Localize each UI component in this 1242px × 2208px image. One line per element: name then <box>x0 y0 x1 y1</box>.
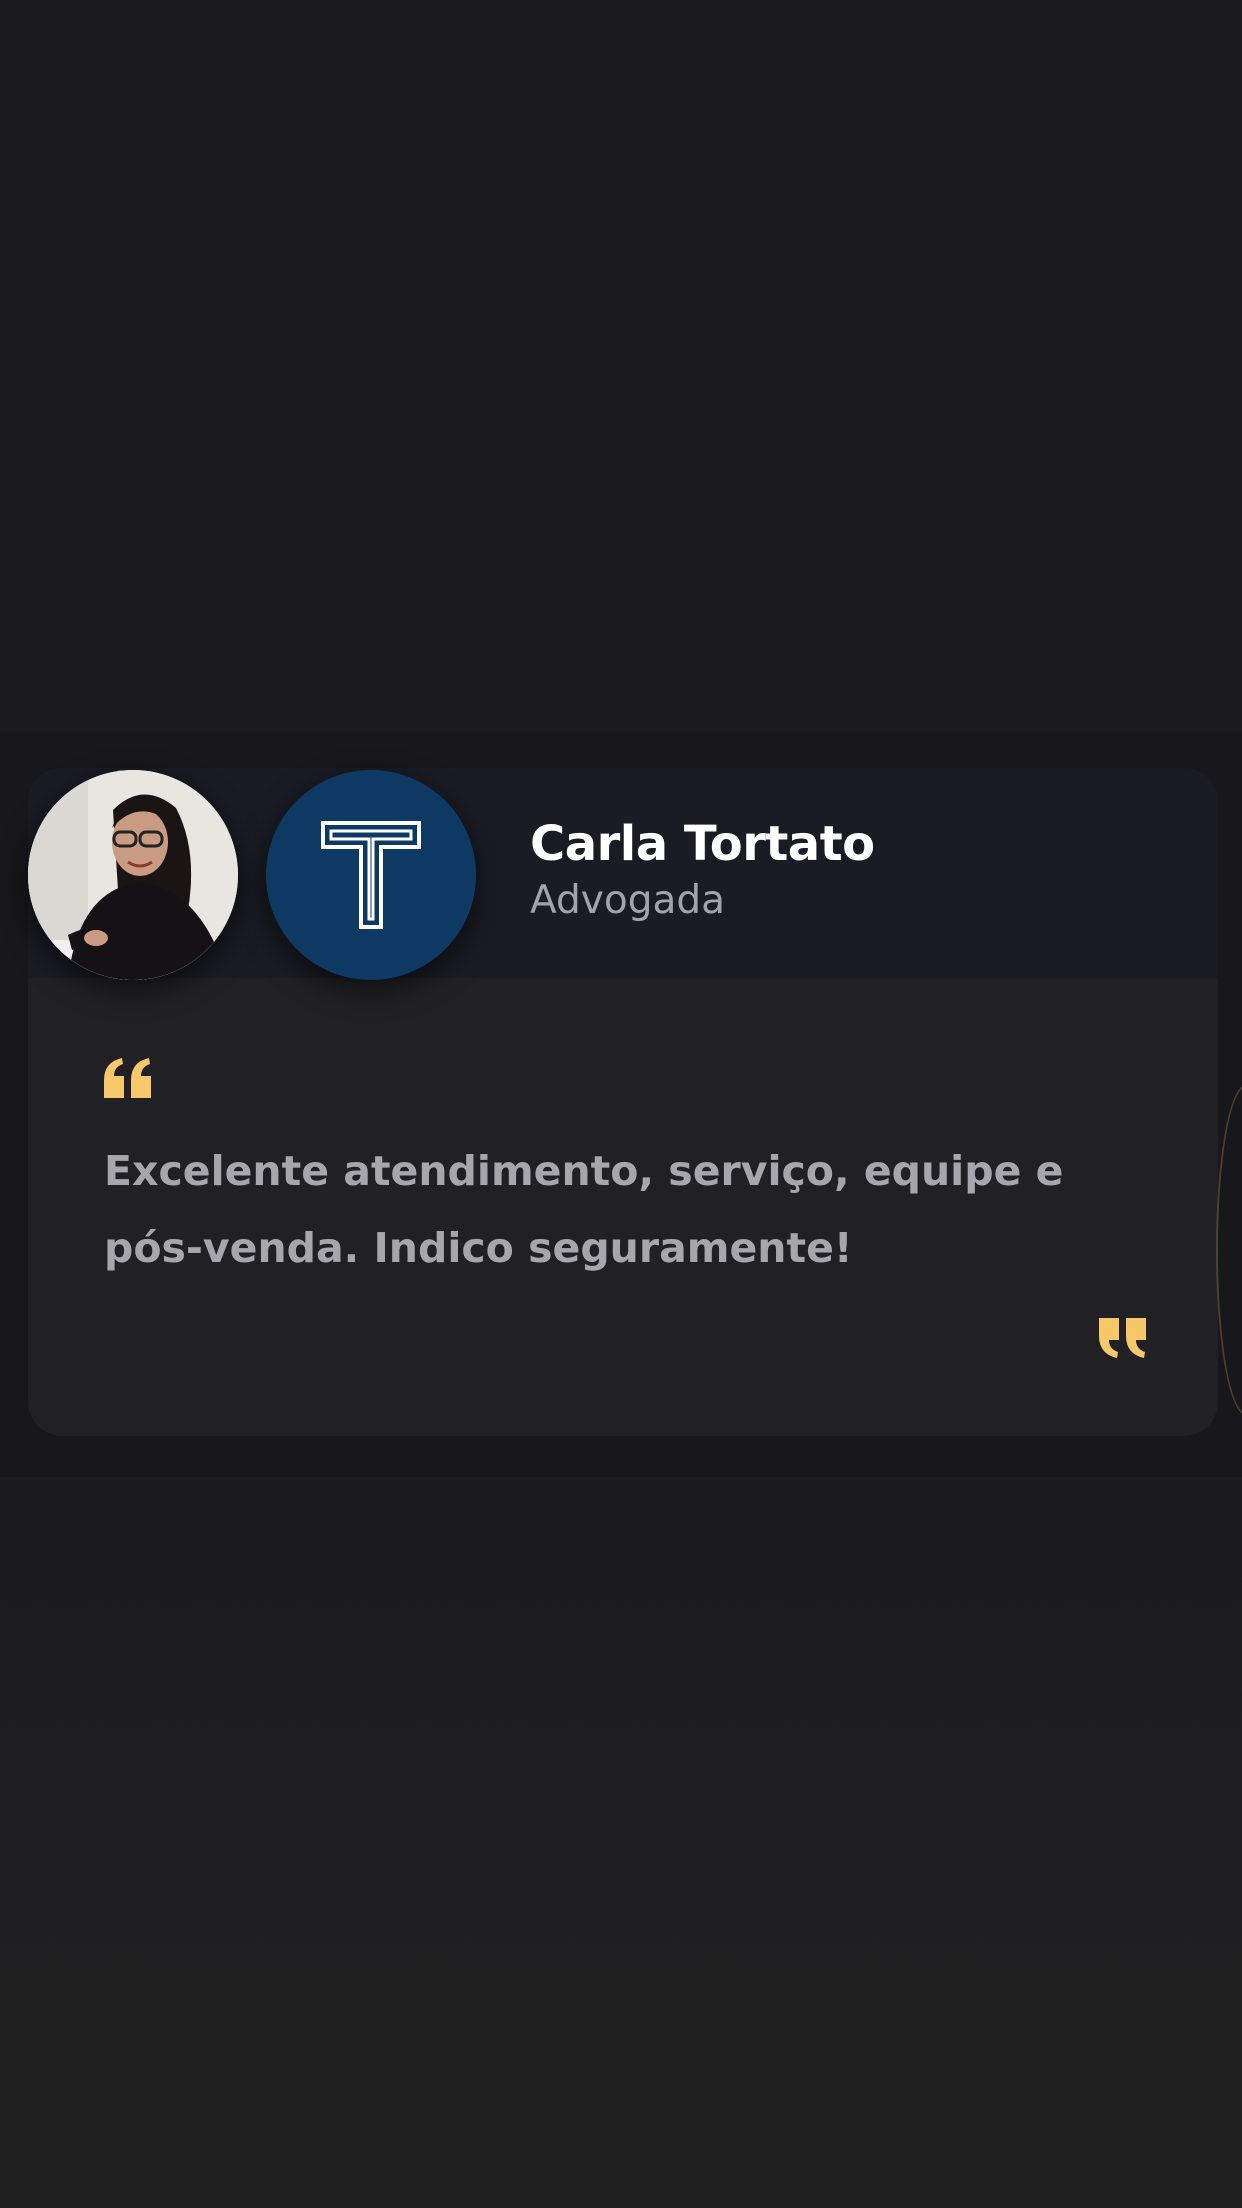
open-quote-icon <box>104 1058 151 1098</box>
testimonial-text: Excelente atendimento, serviço, equipe e… <box>104 1147 1064 1272</box>
avatar <box>28 770 238 980</box>
author-name: Carla Tortato <box>530 816 875 872</box>
letter-t-logo-icon <box>321 821 421 929</box>
person-photo-icon <box>28 770 238 980</box>
company-logo <box>266 770 476 980</box>
author-role: Advogada <box>530 878 725 923</box>
close-quote-icon <box>1099 1318 1146 1358</box>
